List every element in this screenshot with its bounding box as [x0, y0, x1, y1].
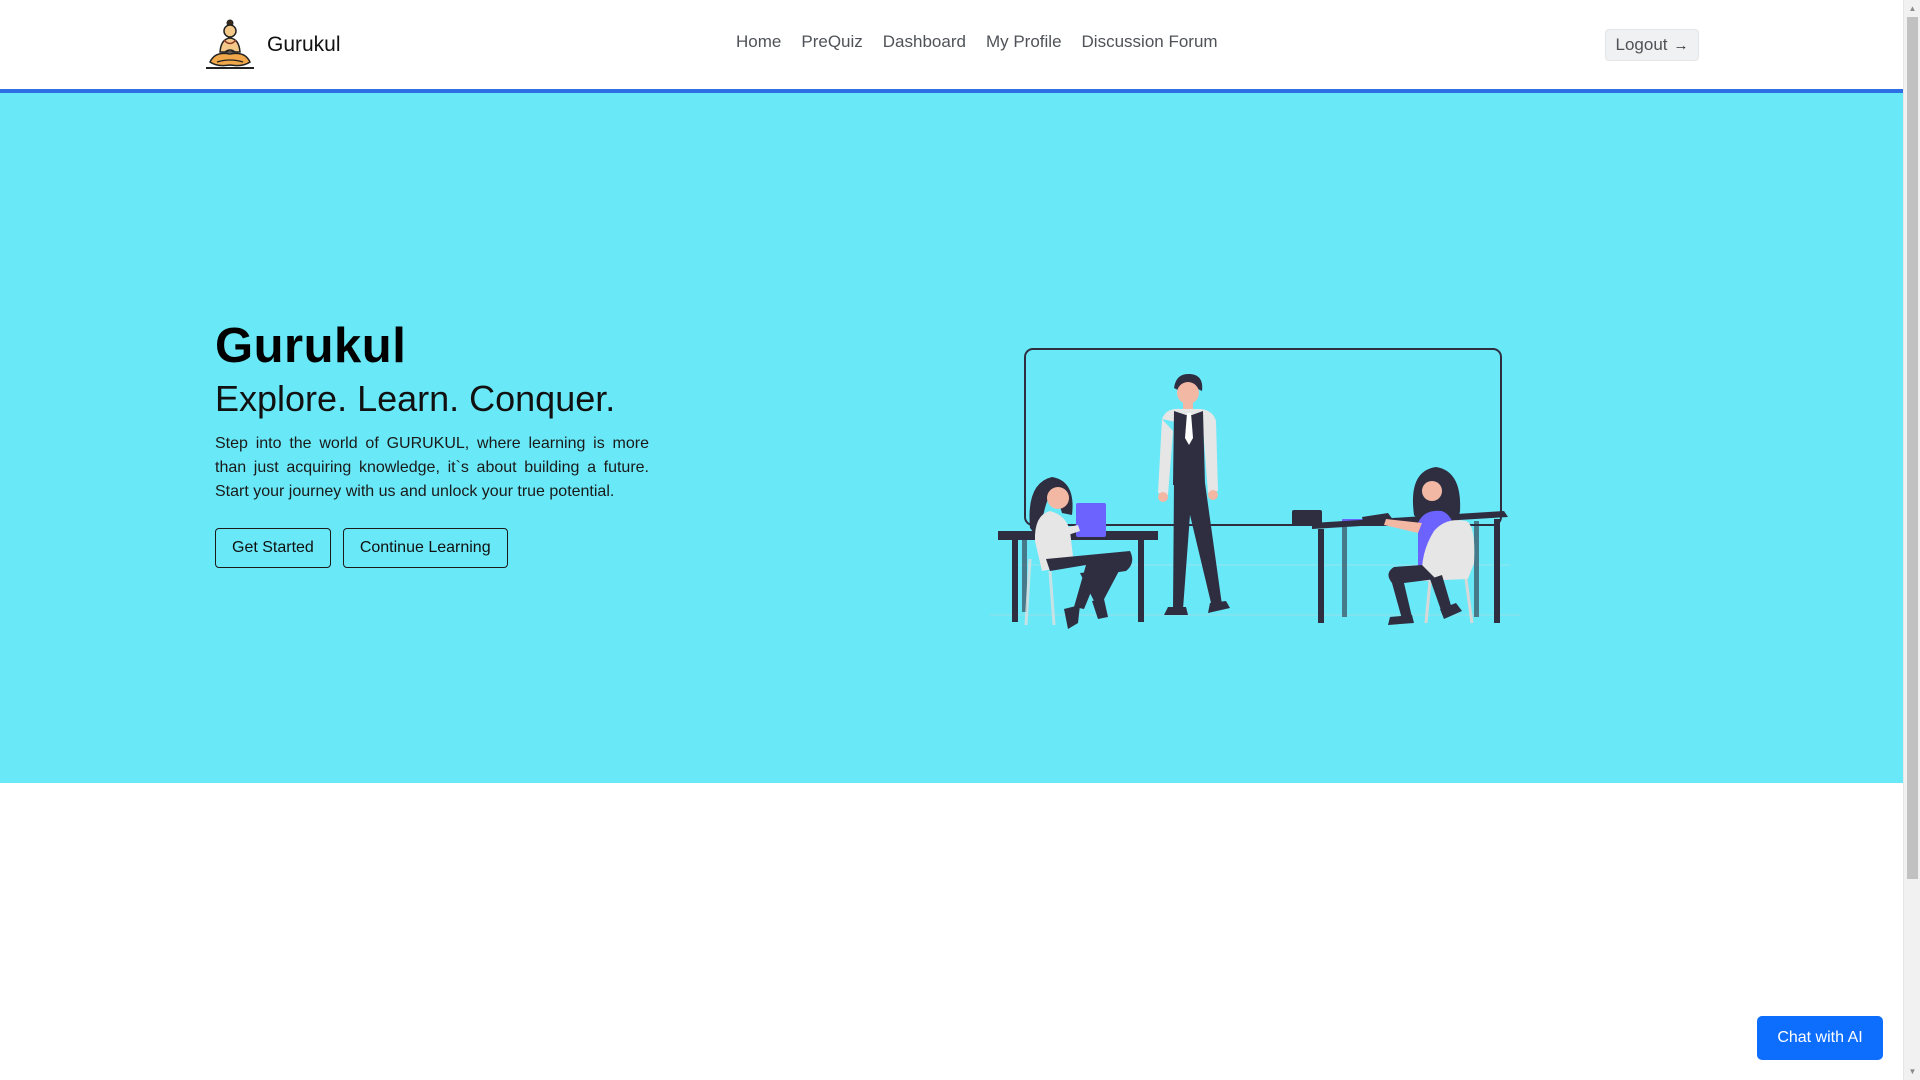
nav-link-dashboard[interactable]: Dashboard	[873, 32, 976, 52]
scroll-up-icon[interactable]: ▲	[1904, 0, 1920, 17]
logout-button[interactable]: Logout →	[1605, 29, 1699, 61]
get-started-button[interactable]: Get Started	[215, 528, 331, 568]
hero-subtitle: Explore. Learn. Conquer.	[215, 378, 616, 419]
nav-link-prequiz[interactable]: PreQuiz	[791, 32, 872, 52]
scrollbar-thumb[interactable]	[1907, 17, 1918, 879]
meditating-sage-icon	[206, 19, 254, 69]
brand-name[interactable]: Gurukul	[267, 33, 341, 57]
continue-learning-button[interactable]: Continue Learning	[342, 528, 508, 568]
hero-description: Step into the world of GURUKUL, where le…	[215, 435, 649, 500]
arrow-right-icon: →	[1673, 36, 1689, 54]
classroom-illustration	[990, 348, 1520, 629]
main-nav: Home PreQuiz Dashboard My Profile Discus…	[726, 32, 1228, 52]
hero-title: Gurukul	[215, 319, 407, 373]
nav-link-home[interactable]: Home	[726, 32, 791, 52]
top-navbar: Gurukul Home PreQuiz Dashboard My Profil…	[0, 0, 1903, 93]
hero-section: Gurukul Explore. Learn. Conquer. Step in…	[0, 93, 1903, 783]
hero-buttons: Get Started Continue Learning	[215, 528, 508, 568]
page-scrollbar[interactable]: ▲ ▼	[1903, 0, 1920, 1080]
nav-link-my-profile[interactable]: My Profile	[976, 32, 1072, 52]
logout-label: Logout	[1615, 35, 1668, 54]
chat-with-ai-button[interactable]: Chat with AI	[1757, 1016, 1883, 1060]
scroll-down-icon[interactable]: ▼	[1904, 1063, 1920, 1080]
nav-link-discussion-forum[interactable]: Discussion Forum	[1072, 32, 1228, 52]
brand-link[interactable]: Gurukul	[203, 17, 341, 73]
